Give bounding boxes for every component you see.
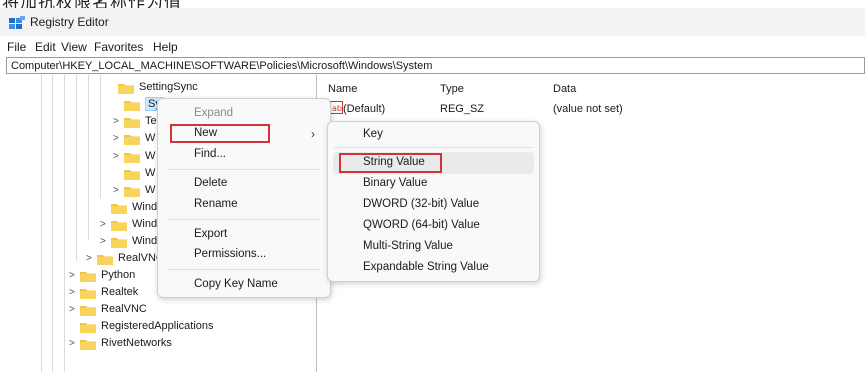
- menu-view[interactable]: View: [61, 40, 87, 54]
- menu-help[interactable]: Help: [153, 40, 178, 54]
- tree-node-label: W: [145, 150, 156, 162]
- submenu-item-multi-string[interactable]: Multi-String Value: [363, 240, 453, 252]
- tree-node-label: Wind: [132, 235, 158, 247]
- folder-icon: [80, 306, 96, 316]
- folder-icon: [124, 170, 140, 180]
- chevron-right-icon[interactable]: >: [69, 284, 79, 301]
- menu-favorites[interactable]: Favorites: [94, 40, 143, 54]
- value-type: REG_SZ: [440, 103, 485, 115]
- column-header-type[interactable]: Type: [440, 83, 464, 95]
- chevron-right-icon[interactable]: >: [100, 216, 110, 233]
- folder-icon: [80, 340, 96, 350]
- tree-node-label: Wind: [132, 218, 158, 230]
- folder-icon: [111, 221, 127, 231]
- address-path[interactable]: Computer\HKEY_LOCAL_MACHINE\SOFTWARE\Pol…: [11, 60, 432, 72]
- chevron-right-icon[interactable]: >: [113, 130, 123, 147]
- chevron-right-icon[interactable]: >: [100, 233, 110, 250]
- menu-separator: [168, 169, 320, 170]
- tree-node-label: W: [145, 132, 156, 144]
- menu-item-rename[interactable]: Rename: [194, 198, 237, 210]
- tree-node-label: RivetNetworks: [101, 337, 172, 349]
- tree-node-label: Python: [101, 269, 136, 281]
- menu-item-export[interactable]: Export: [194, 228, 227, 240]
- submenu-item-qword[interactable]: QWORD (64-bit) Value: [363, 219, 480, 231]
- chevron-right-icon[interactable]: >: [113, 148, 123, 165]
- menu-item-permissions[interactable]: Permissions...: [194, 248, 266, 260]
- menu-item-copy-key-name[interactable]: Copy Key Name: [194, 278, 278, 290]
- folder-icon: [111, 204, 127, 214]
- tree-node-label: Wind: [132, 201, 158, 213]
- folder-icon: [124, 118, 140, 128]
- folder-icon: [124, 153, 140, 163]
- folder-icon: [111, 238, 127, 248]
- submenu-item-binary-value[interactable]: Binary Value: [363, 177, 427, 189]
- chevron-right-icon[interactable]: >: [69, 335, 79, 352]
- chevron-right-icon: ›: [311, 127, 315, 141]
- folder-icon: [124, 101, 140, 111]
- tree-node-label: Realtek: [101, 286, 139, 298]
- tree-node-label: SettingSync: [139, 81, 198, 93]
- menu-separator: [168, 269, 320, 270]
- submenu-item-expandable-string[interactable]: Expandable String Value: [363, 261, 489, 273]
- tree-node-label: W: [145, 167, 156, 179]
- tree-node-label: RegisteredApplications: [101, 320, 214, 332]
- tree-guide-line: [100, 75, 101, 198]
- folder-icon: [124, 135, 140, 145]
- chevron-right-icon[interactable]: >: [69, 267, 79, 284]
- value-name[interactable]: (Default): [343, 103, 385, 115]
- column-header-name[interactable]: Name: [328, 83, 357, 95]
- tree-node-label: W: [145, 184, 156, 196]
- highlight-box: [170, 124, 270, 143]
- folder-icon: [124, 187, 140, 197]
- cropped-caption: 将加抗权限名称作为值: [0, 0, 865, 8]
- tree-guide-line: [88, 75, 89, 240]
- folder-icon: [80, 272, 96, 282]
- string-value-icon: ab: [330, 101, 343, 114]
- title-bar: [0, 8, 865, 36]
- window-title: Registry Editor: [30, 15, 109, 29]
- folder-icon: [118, 84, 134, 94]
- submenu-item-string-value[interactable]: String Value: [363, 156, 425, 168]
- folder-icon: [80, 323, 96, 333]
- tree-node-label: RealVNC: [101, 303, 147, 315]
- chevron-right-icon[interactable]: >: [113, 113, 123, 130]
- tree-guide-line: [52, 75, 53, 372]
- tree-node-label: Te: [145, 115, 157, 127]
- menu-separator: [334, 147, 532, 148]
- menu-item-find[interactable]: Find...: [194, 148, 226, 160]
- tree-guide-line: [41, 75, 42, 372]
- menu-separator: [168, 219, 320, 220]
- submenu-item-dword[interactable]: DWORD (32-bit) Value: [363, 198, 479, 210]
- chevron-right-icon[interactable]: >: [69, 301, 79, 318]
- registry-editor-icon: [9, 16, 25, 29]
- tree-guide-line: [64, 75, 65, 372]
- chevron-right-icon[interactable]: >: [86, 250, 96, 267]
- menu-item-expand[interactable]: Expand: [194, 107, 233, 119]
- chevron-right-icon[interactable]: >: [113, 182, 123, 199]
- folder-icon: [80, 289, 96, 299]
- menu-edit[interactable]: Edit: [35, 40, 56, 54]
- tree-guide-line: [76, 75, 77, 261]
- folder-icon: [97, 255, 113, 265]
- cropped-caption-text: 将加抗权限名称作为值: [2, 0, 182, 8]
- value-data: (value not set): [553, 103, 623, 115]
- svg-text:ab: ab: [332, 104, 342, 113]
- column-header-data[interactable]: Data: [553, 83, 576, 95]
- menu-item-delete[interactable]: Delete: [194, 177, 227, 189]
- menu-file[interactable]: File: [7, 40, 26, 54]
- submenu-item-key[interactable]: Key: [363, 128, 383, 140]
